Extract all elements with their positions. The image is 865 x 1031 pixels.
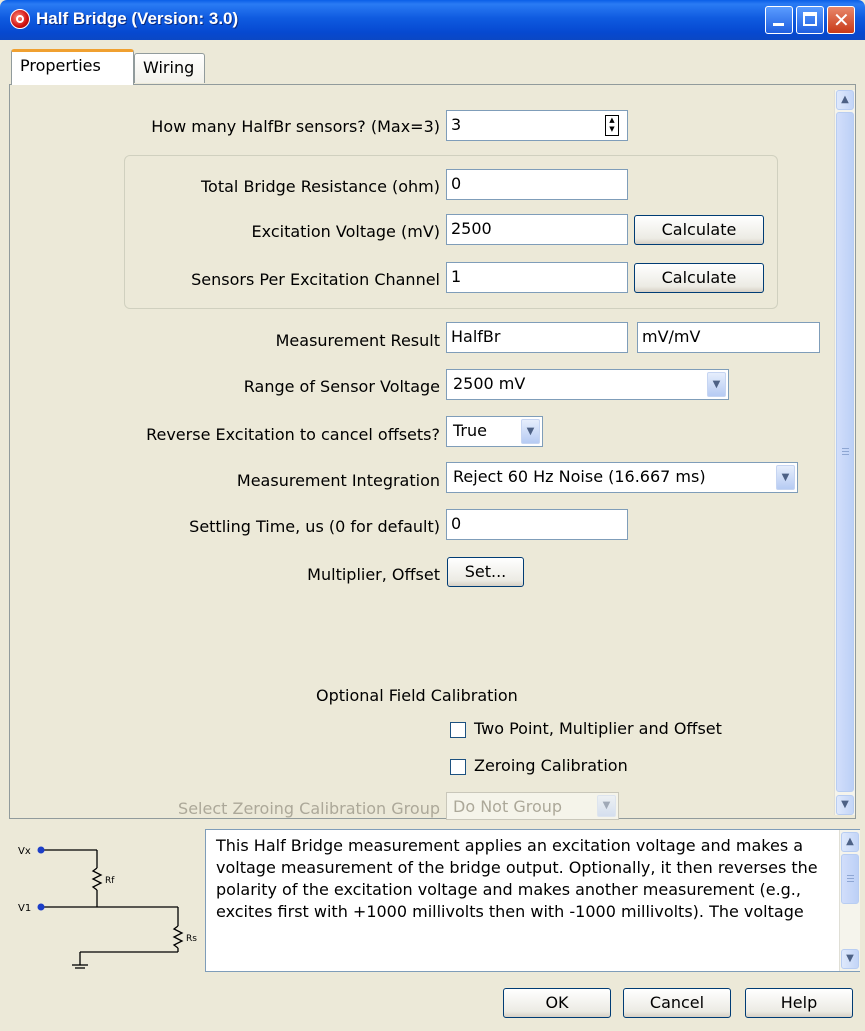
per-channel-input[interactable]: 1: [446, 262, 628, 293]
zeroing-label: Zeroing Calibration: [474, 756, 628, 775]
scroll-up-button[interactable]: ▲: [841, 832, 859, 852]
dialog-window: Half Bridge (Version: 3.0) ✕ Properties …: [0, 0, 865, 1031]
close-button[interactable]: ✕: [827, 6, 855, 34]
help-scrollbar[interactable]: ▲ ▼: [839, 830, 860, 971]
multiplier-set-button[interactable]: Set...: [447, 557, 524, 587]
result-name-input[interactable]: HalfBr: [446, 322, 628, 353]
cancel-button[interactable]: Cancel: [623, 988, 731, 1018]
per-channel-label: Sensors Per Excitation Channel: [191, 270, 440, 289]
excitation-input[interactable]: 2500: [446, 214, 628, 245]
maximize-button[interactable]: [796, 6, 824, 34]
zeroing-group-value: Do Not Group: [453, 797, 563, 816]
rs-label: Rs: [186, 934, 197, 944]
vx-terminal-icon: [37, 846, 45, 854]
two-point-checkbox[interactable]: [450, 722, 466, 738]
chevron-down-icon[interactable]: ▼: [521, 419, 540, 444]
window-title: Half Bridge (Version: 3.0): [36, 9, 239, 28]
tab-properties[interactable]: Properties: [11, 49, 134, 85]
multiplier-label: Multiplier, Offset: [307, 565, 440, 584]
grip-line: [847, 881, 854, 882]
result-label: Measurement Result: [275, 331, 440, 350]
close-icon: ✕: [833, 8, 850, 32]
minimize-button[interactable]: [765, 6, 793, 34]
excitation-label: Excitation Voltage (mV): [251, 222, 440, 241]
per-channel-calculate-button[interactable]: Calculate: [634, 263, 764, 293]
app-icon: [10, 9, 30, 29]
grip-line: [842, 451, 849, 452]
spinner-arrows-icon[interactable]: ▲ ▼: [605, 115, 619, 136]
help-text-area[interactable]: This Half Bridge measurement applies an …: [205, 829, 860, 972]
help-text: This Half Bridge measurement applies an …: [216, 836, 818, 921]
reverse-value: True: [453, 421, 487, 440]
properties-scrollbar[interactable]: ▲ ▼: [834, 90, 855, 815]
v1-label: V1: [18, 903, 31, 914]
grip-line: [842, 448, 849, 449]
reverse-select[interactable]: True ▼: [446, 416, 543, 447]
settling-label: Settling Time, us (0 for default): [189, 517, 440, 536]
grip-line: [847, 878, 854, 879]
scroll-thumb[interactable]: [841, 854, 859, 904]
bridge-wiring-diagram: Vx V1 Rf Rs: [18, 846, 197, 969]
range-select[interactable]: 2500 mV ▼: [446, 369, 729, 400]
integration-label: Measurement Integration: [236, 471, 440, 490]
zeroing-group-select[interactable]: Do Not Group ▼: [446, 792, 619, 820]
rf-label: Rf: [105, 876, 115, 886]
minimize-icon: [773, 23, 784, 26]
integration-select[interactable]: Reject 60 Hz Noise (16.667 ms) ▼: [446, 462, 798, 493]
help-button[interactable]: Help: [745, 988, 853, 1018]
scroll-down-button[interactable]: ▼: [841, 949, 859, 969]
sensors-count-label: How many HalfBr sensors? (Max=3): [151, 117, 440, 136]
vx-label: Vx: [18, 846, 31, 857]
grip-line: [842, 454, 849, 455]
reverse-label: Reverse Excitation to cancel offsets?: [146, 425, 440, 444]
scroll-thumb[interactable]: [836, 112, 854, 792]
ok-button[interactable]: OK: [503, 988, 611, 1018]
excitation-calculate-button[interactable]: Calculate: [634, 215, 764, 245]
chevron-down-icon[interactable]: ▼: [707, 372, 726, 397]
maximize-icon: [803, 12, 817, 26]
scroll-up-button[interactable]: ▲: [836, 90, 854, 110]
zeroing-group-label: Select Zeroing Calibration Group: [178, 799, 440, 818]
scroll-down-button[interactable]: ▼: [836, 795, 854, 815]
title-bar[interactable]: Half Bridge (Version: 3.0) ✕: [0, 0, 865, 40]
two-point-label: Two Point, Multiplier and Offset: [474, 719, 722, 738]
integration-value: Reject 60 Hz Noise (16.667 ms): [453, 467, 706, 486]
result-units-input[interactable]: mV/mV: [637, 322, 820, 353]
zeroing-checkbox[interactable]: [450, 759, 466, 775]
range-value: 2500 mV: [453, 374, 526, 393]
grip-line: [847, 875, 854, 876]
settling-input[interactable]: 0: [446, 509, 628, 540]
resistance-input[interactable]: 0: [446, 169, 628, 200]
range-label: Range of Sensor Voltage: [243, 377, 440, 396]
tab-wiring[interactable]: Wiring: [134, 53, 205, 83]
sensors-count-spinner[interactable]: 3 ▲ ▼: [446, 110, 628, 141]
chevron-down-icon[interactable]: ▼: [776, 465, 795, 490]
v1-terminal-icon: [37, 903, 45, 911]
resistance-label: Total Bridge Resistance (ohm): [201, 177, 440, 196]
sensors-count-value: 3: [451, 115, 462, 134]
chevron-down-icon: ▼: [597, 795, 616, 817]
calibration-heading: Optional Field Calibration: [316, 686, 518, 705]
